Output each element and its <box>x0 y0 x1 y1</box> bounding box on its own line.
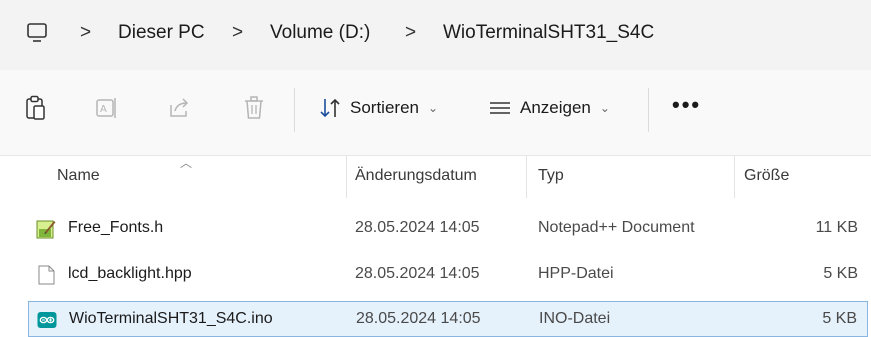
file-row[interactable]: Free_Fonts.h 28.05.2024 14:05 Notepad++ … <box>28 211 868 247</box>
address-bar[interactable]: > Dieser PC > Volume (D:) > WioTerminalS… <box>0 0 871 70</box>
breadcrumb-separator[interactable]: > <box>405 22 416 44</box>
view-list-icon <box>490 102 510 114</box>
file-date: 28.05.2024 14:05 <box>355 219 480 236</box>
sort-icon <box>320 98 340 118</box>
sort-label: Sortieren <box>350 98 419 117</box>
file-name: WioTerminalSHT31_S4C.ino <box>69 310 273 327</box>
rename-icon[interactable]: A <box>95 95 119 121</box>
share-icon[interactable] <box>167 95 191 121</box>
column-resize-handle[interactable] <box>346 156 347 198</box>
column-resize-handle[interactable] <box>734 156 735 198</box>
column-header-size[interactable]: Größe <box>744 167 789 185</box>
file-date: 28.05.2024 14:05 <box>355 265 480 282</box>
arduino-icon <box>37 312 57 328</box>
column-header-type[interactable]: Typ <box>538 167 564 185</box>
paste-icon[interactable] <box>24 95 48 121</box>
toolbar-divider <box>648 88 649 132</box>
file-size: 5 KB <box>822 310 857 327</box>
file-row[interactable]: lcd_backlight.hpp 28.05.2024 14:05 HPP-D… <box>28 257 868 293</box>
column-header-row: ︿ Name Änderungsdatum Typ Größe <box>0 156 871 198</box>
column-header-date[interactable]: Änderungsdatum <box>355 167 477 185</box>
file-name: Free_Fonts.h <box>68 219 164 236</box>
breadcrumb-separator[interactable]: > <box>232 22 243 44</box>
computer-icon[interactable] <box>26 22 48 44</box>
file-size: 5 KB <box>823 265 858 282</box>
toolbar-divider <box>294 88 295 132</box>
file-type: HPP-Datei <box>538 265 614 282</box>
file-type: Notepad++ Document <box>538 219 695 236</box>
view-button[interactable]: Anzeigen ⌄ <box>488 90 610 126</box>
trash-icon[interactable] <box>242 95 266 121</box>
sort-button[interactable]: Sortieren ⌄ <box>318 90 438 126</box>
generic-file-icon <box>38 265 55 285</box>
breadcrumb-separator[interactable]: > <box>80 22 91 44</box>
breadcrumb-item-current-folder[interactable]: WioTerminalSHT31_S4C <box>443 22 654 44</box>
sort-ascending-icon: ︿ <box>180 156 193 170</box>
file-name: lcd_backlight.hpp <box>68 265 192 282</box>
column-header-name[interactable]: Name <box>57 167 100 185</box>
file-row-selected[interactable]: WioTerminalSHT31_S4C.ino 28.05.2024 14:0… <box>28 301 868 337</box>
view-label: Anzeigen <box>520 98 591 117</box>
notepadpp-icon <box>36 220 56 239</box>
more-options-button[interactable]: ••• <box>672 92 701 118</box>
svg-text:A: A <box>100 104 107 115</box>
chevron-down-icon: ⌄ <box>599 101 610 115</box>
command-bar: A Sortieren ⌄ Anzeigen ⌄ ••• <box>0 70 871 156</box>
file-type: INO-Datei <box>539 310 611 327</box>
column-resize-handle[interactable] <box>526 156 527 198</box>
breadcrumb-item-this-pc[interactable]: Dieser PC <box>118 22 205 44</box>
breadcrumb-item-volume-d[interactable]: Volume (D:) <box>270 22 370 44</box>
file-date: 28.05.2024 14:05 <box>356 310 481 327</box>
chevron-down-icon: ⌄ <box>427 101 439 115</box>
file-size: 11 KB <box>815 219 858 236</box>
